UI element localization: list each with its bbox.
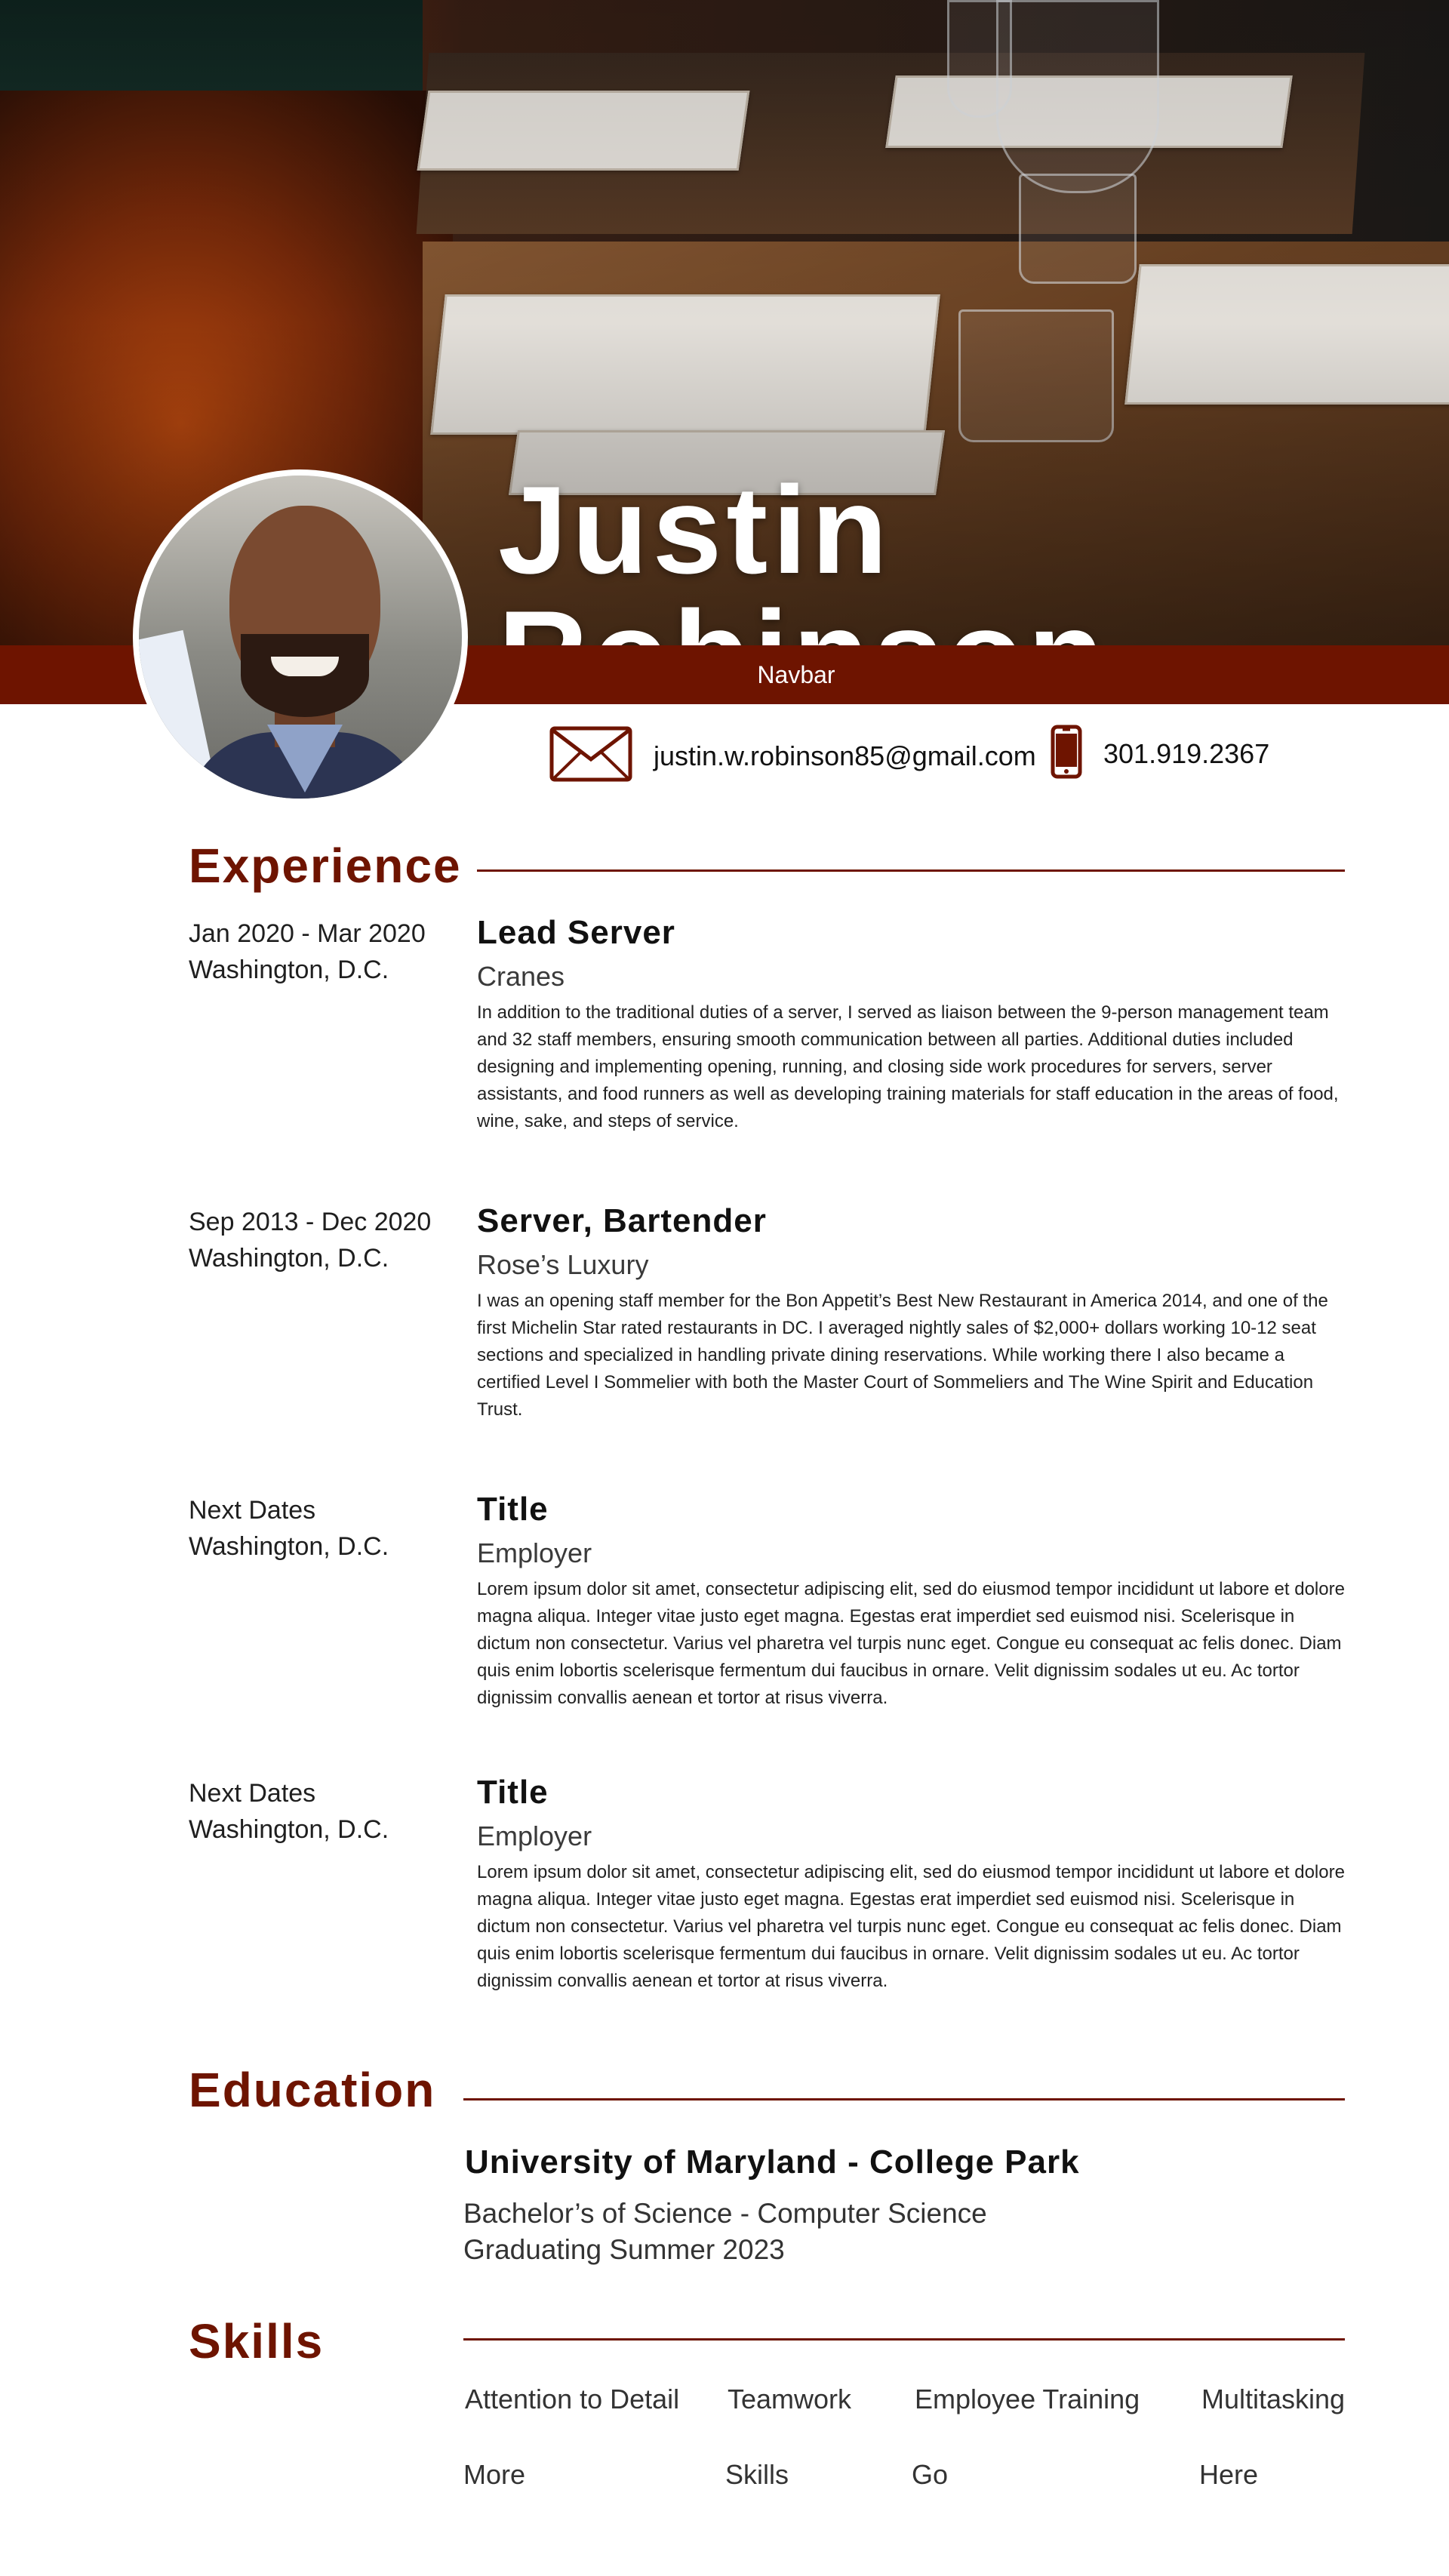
email-contact[interactable]: justin.w.robinson85@gmail.com: [549, 726, 1036, 786]
phone-number[interactable]: 301.919.2367: [1103, 738, 1269, 770]
job-description: In addition to the traditional duties of…: [477, 1002, 1339, 1131]
job-title: Lead Server: [477, 914, 675, 951]
job-description: I was an opening staff member for the Bo…: [477, 1291, 1328, 1420]
job-title: Title: [477, 1491, 549, 1528]
degree: Bachelor’s of Science - Computer Science: [463, 2198, 987, 2229]
job-title: Server, Bartender: [477, 1202, 767, 1239]
job-description: Lorem ipsum dolor sit amet, consectetur …: [477, 1862, 1345, 1991]
job-employer: Cranes: [477, 961, 565, 992]
skill-item: Go: [912, 2459, 949, 2490]
experience-item-meta: Next Dates Washington, D.C.: [189, 1775, 445, 1848]
skill-item: More: [463, 2459, 526, 2490]
profile-photo-avatar: [133, 469, 468, 805]
skill-item: Teamwork: [728, 2384, 852, 2414]
skills-heading: Skills: [189, 2314, 325, 2368]
job-employer: Rose’s Luxury: [477, 1249, 649, 1280]
experience-item: Server, Bartender Rose’s Luxury I was an…: [477, 1202, 1345, 1423]
education-divider: [463, 2098, 1345, 2101]
navbar-label[interactable]: Navbar: [757, 661, 835, 689]
email-address[interactable]: justin.w.robinson85@gmail.com: [654, 740, 1036, 772]
mobile-phone-icon: [1051, 725, 1082, 783]
skill-item: Multitasking: [1201, 2384, 1346, 2414]
experience-location: Washington, D.C.: [189, 1244, 389, 1273]
skills-divider: [463, 2338, 1345, 2341]
experience-item: Title Employer Lorem ipsum dolor sit ame…: [477, 1773, 1345, 1995]
experience-heading: Experience: [189, 839, 462, 893]
job-title: Title: [477, 1774, 549, 1811]
phone-contact[interactable]: 301.919.2367: [1051, 725, 1269, 783]
skill-item: Here: [1199, 2459, 1259, 2490]
job-description: Lorem ipsum dolor sit amet, consectetur …: [477, 1579, 1345, 1708]
experience-item-meta: Sep 2013 - Dec 2020 Washington, D.C.: [189, 1204, 445, 1276]
job-employer: Employer: [477, 1820, 592, 1851]
graduation-date: Graduating Summer 2023: [463, 2234, 785, 2265]
candidate-name: Justin Robinson: [498, 460, 1104, 646]
experience-location: Washington, D.C.: [189, 956, 389, 984]
experience-dates: Jan 2020 - Mar 2020: [189, 919, 426, 948]
job-employer: Employer: [477, 1537, 592, 1568]
experience-item-meta: Jan 2020 - Mar 2020 Washington, D.C.: [189, 916, 445, 988]
experience-dates: Sep 2013 - Dec 2020: [189, 1208, 432, 1236]
skill-item: Skills: [725, 2459, 789, 2490]
experience-item-meta: Next Dates Washington, D.C.: [189, 1492, 445, 1565]
education-heading: Education: [189, 2063, 436, 2117]
experience-item: Title Employer Lorem ipsum dolor sit ame…: [477, 1490, 1345, 1712]
school-name: University of Maryland - College Park: [465, 2144, 1080, 2181]
skill-item: Employee Training: [915, 2384, 1140, 2414]
experience-location: Washington, D.C.: [189, 1532, 389, 1561]
experience-divider: [477, 869, 1345, 872]
experience-dates: Next Dates: [189, 1779, 316, 1808]
experience-location: Washington, D.C.: [189, 1815, 389, 1844]
experience-item: Lead Server Cranes In addition to the tr…: [477, 913, 1345, 1135]
skill-item: Attention to Detail: [465, 2384, 680, 2414]
envelope-icon: [549, 726, 632, 786]
experience-dates: Next Dates: [189, 1496, 316, 1525]
